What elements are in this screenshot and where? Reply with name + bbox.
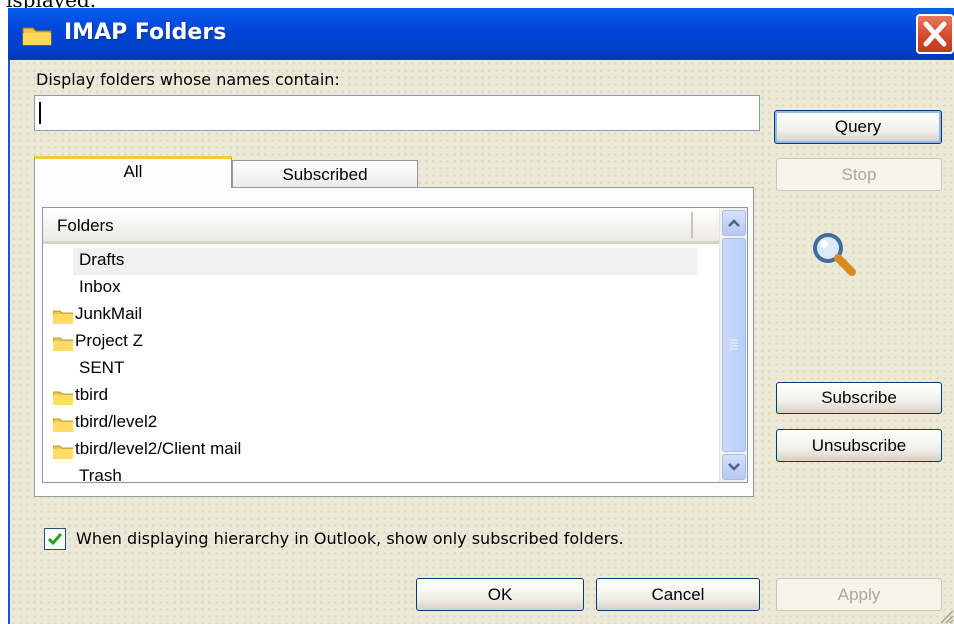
list-item-label: tbird [75,385,109,404]
list-item[interactable]: Drafts [43,248,719,275]
selection-highlight [73,248,697,275]
unsubscribe-button[interactable]: Unsubscribe [776,429,942,462]
cancel-button-label: Cancel [651,585,705,604]
chevron-down-icon [728,463,740,471]
checkmark-icon [47,533,63,546]
vertical-scrollbar[interactable] [719,208,747,482]
list-item-label: Drafts [79,250,125,269]
folder-icon [53,418,73,432]
folder-icon [53,337,73,351]
scroll-thumb[interactable] [722,238,746,452]
query-button-label: Query [834,117,882,136]
list-item-label: JunkMail [75,304,143,323]
list-item-label: SENT [79,358,125,377]
title-bar[interactable]: IMAP Folders [8,8,954,60]
apply-button[interactable]: Apply [776,578,942,611]
list-item-label: tbird/level2 [75,412,158,431]
scroll-up-button[interactable] [722,210,746,236]
folder-icon [53,310,73,324]
window-title: IMAP Folders [64,20,227,45]
grip-icon [730,339,738,350]
list-item[interactable]: Trash [43,464,719,483]
text-caret [39,102,41,124]
cancel-button[interactable]: Cancel [596,578,760,611]
tab-all[interactable]: All [34,156,232,188]
tab-subscribed[interactable]: Subscribed [232,160,418,189]
list-item[interactable]: tbird/level2/Client mail [43,437,719,464]
subscribed-only-checkbox[interactable] [44,528,66,550]
subscribe-button-label: Subscribe [821,388,897,407]
chevron-up-icon [728,219,740,227]
folder-icon [53,391,73,405]
subscribe-button[interactable]: Subscribe [776,382,942,414]
stop-button[interactable]: Stop [776,158,942,191]
close-icon [923,21,947,47]
filter-label: Display folders whose names contain: [36,70,340,89]
subscribed-only-label: When displaying hierarchy in Outlook, sh… [76,529,624,548]
folders-column-label: Folders [57,216,114,235]
stop-button-label: Stop [841,165,877,184]
list-item-label: tbird/level2/Client mail [75,439,242,458]
column-separator [691,212,693,238]
list-item[interactable]: tbird [43,383,719,410]
folder-filter-input[interactable] [34,95,760,131]
apply-button-label: Apply [837,585,881,604]
query-button[interactable]: Query [774,110,942,144]
list-item-label: Project Z [75,331,144,350]
folder-icon [22,27,52,46]
list-item[interactable]: tbird/level2 [43,410,719,437]
tab-subscribed-label: Subscribed [282,165,368,184]
folder-list[interactable]: Folders Drafts Inbox JunkMail Project Z … [42,207,748,483]
list-item-label: Inbox [79,277,121,296]
folders-column-header[interactable]: Folders [43,208,719,244]
list-item[interactable]: Project Z [43,329,719,356]
list-item-label: Trash [79,466,122,483]
unsubscribe-button-label: Unsubscribe [811,436,907,455]
tab-all-label: All [123,162,143,181]
list-item[interactable]: JunkMail [43,302,719,329]
ok-button[interactable]: OK [416,578,584,611]
ok-button-label: OK [487,585,513,604]
close-button[interactable] [916,14,954,54]
folder-icon [53,445,73,459]
magnifier-icon [813,233,856,276]
resize-grip-icon[interactable] [936,606,954,624]
scroll-down-button[interactable] [722,454,746,480]
list-item[interactable]: SENT [43,356,719,383]
list-item[interactable]: Inbox [43,275,719,302]
